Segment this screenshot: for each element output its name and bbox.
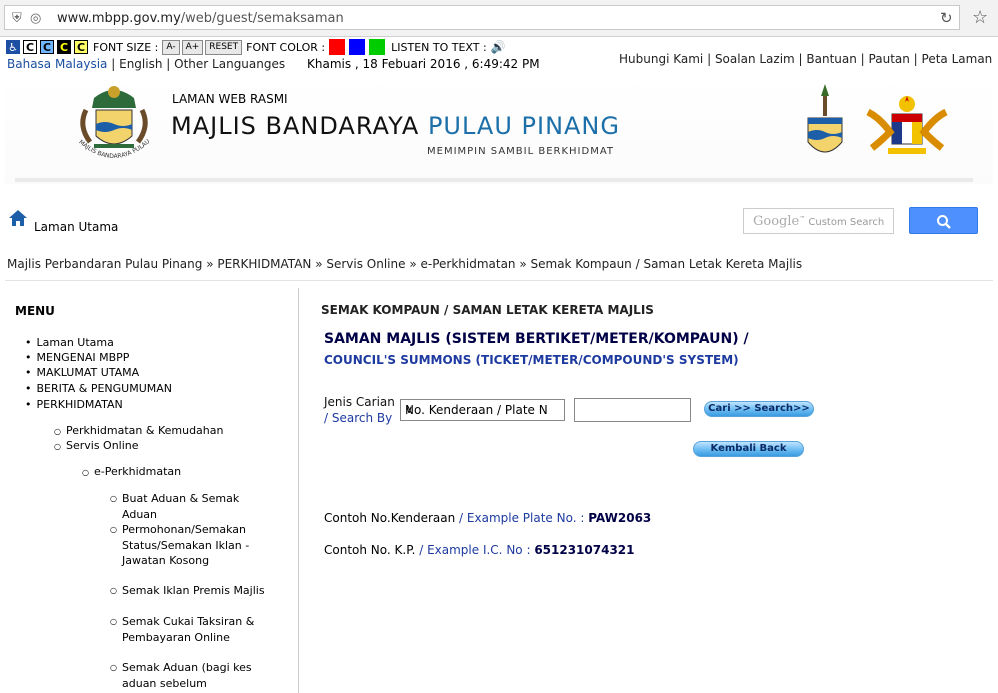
search-value-input[interactable] bbox=[574, 398, 691, 422]
search-brand: Google bbox=[753, 214, 800, 229]
search-button[interactable] bbox=[909, 207, 978, 234]
lang-malay-link[interactable]: Bahasa Malaysia bbox=[7, 57, 107, 71]
font-color-blue-swatch[interactable] bbox=[349, 39, 366, 55]
submit-search-button[interactable]: Cari >> Search>> bbox=[704, 401, 814, 417]
top-link-faq[interactable]: Soalan Lazim bbox=[715, 52, 795, 66]
sidebar-item-e-services[interactable]: e-Perkhidmatan bbox=[82, 465, 181, 478]
menu-title: MENU bbox=[15, 304, 55, 318]
search-type-label: Jenis Carian bbox=[324, 395, 395, 409]
speaker-icon[interactable]: 🔊 bbox=[491, 40, 506, 54]
globe-icon: ◎ bbox=[30, 11, 42, 26]
url-text[interactable]: www.mbpp.gov.my/web/guest/semaksaman bbox=[57, 11, 344, 26]
address-bar[interactable]: ⛨ ◎ www.mbpp.gov.my/web/guest/semaksaman… bbox=[4, 5, 960, 30]
font-decrease-button[interactable]: A- bbox=[162, 39, 180, 55]
sidebar-item-services[interactable]: PERKHIDMATAN bbox=[25, 398, 123, 411]
top-links: Hubungi Kami | Soalan Lazim | Bantuan | … bbox=[619, 52, 993, 66]
sidebar-item-home[interactable]: Laman Utama bbox=[25, 336, 114, 349]
font-reset-button[interactable]: RESET bbox=[205, 39, 243, 55]
top-link-contact[interactable]: Hubungi Kami bbox=[619, 52, 703, 66]
contrast-black-button[interactable]: C bbox=[57, 40, 71, 54]
home-icon[interactable] bbox=[8, 209, 28, 230]
sidebar-item-premise-ads[interactable]: Semak Iklan Premis Majlis bbox=[110, 583, 270, 599]
url-path: /web/guest/semaksaman bbox=[180, 11, 344, 26]
top-link-sitemap[interactable]: Peta Laman bbox=[922, 52, 993, 66]
site-title-part2: PULAU PINANG bbox=[427, 112, 620, 140]
summons-subtitle: COUNCIL'S SUMMONS (TICKET/METER/COMPOUND… bbox=[324, 353, 739, 367]
example-ic-value: 651231074321 bbox=[534, 543, 635, 557]
search-icon bbox=[937, 215, 951, 229]
example-ic-label: Contoh No. K.P. bbox=[324, 543, 416, 557]
shield-icon[interactable]: ⛨ bbox=[12, 11, 22, 26]
wheelchair-icon[interactable]: ♿ bbox=[6, 40, 20, 54]
separator: | bbox=[166, 57, 171, 71]
back-button[interactable]: Kembali Back bbox=[693, 441, 804, 457]
breadcrumb-divider bbox=[5, 280, 993, 281]
current-datetime: Khamis , 18 Febuari 2016 , 6:49:42 PM bbox=[307, 57, 540, 71]
example-plate-label: Contoh No.Kenderaan bbox=[324, 511, 456, 525]
breadcrumb[interactable]: Majlis Perbandaran Pulau Pinang » PERKHI… bbox=[7, 257, 802, 271]
sidebar-item-about[interactable]: MENGENAI MBPP bbox=[25, 351, 130, 364]
example-plate: Contoh No.Kenderaan / Example Plate No. … bbox=[324, 511, 651, 525]
site-title-part1: MAJLIS BANDARAYA bbox=[171, 112, 428, 140]
font-size-label: FONT SIZE : bbox=[93, 40, 159, 54]
chevron-down-icon: ∨ bbox=[405, 403, 414, 416]
lang-other-link[interactable]: Other Languanges bbox=[174, 57, 285, 71]
example-plate-label-en: / Example Plate No. : bbox=[455, 511, 589, 525]
contrast-yellow-button[interactable]: C bbox=[74, 40, 88, 54]
lang-english-link[interactable]: English bbox=[119, 57, 162, 71]
font-color-red-swatch[interactable] bbox=[329, 39, 346, 55]
listen-label: LISTEN TO TEXT : bbox=[391, 40, 487, 54]
malaysia-national-crest bbox=[862, 92, 952, 165]
sidebar-item-complaint-check[interactable]: Semak Aduan (bagi kes aduan sebelum bbox=[110, 660, 270, 691]
example-ic: Contoh No. K.P. / Example I.C. No : 6512… bbox=[324, 543, 635, 557]
sidebar-item-news[interactable]: BERITA & PENGUMUMAN bbox=[25, 382, 173, 395]
example-plate-value: PAW2063 bbox=[588, 511, 652, 525]
summons-title: SAMAN MAJLIS (SISTEM BERTIKET/METER/KOMP… bbox=[324, 331, 749, 347]
top-link-links[interactable]: Pautan bbox=[869, 52, 910, 66]
font-color-green-swatch[interactable] bbox=[369, 39, 386, 55]
font-increase-button[interactable]: A+ bbox=[181, 39, 204, 55]
top-link-help[interactable]: Bantuan bbox=[806, 52, 856, 66]
accessibility-toolbar: ♿ C C C C FONT SIZE : A- A+ RESET FONT C… bbox=[6, 39, 506, 55]
header-divider bbox=[15, 178, 973, 182]
search-type-select[interactable]: No. Kenderaan / Plate No ∨ bbox=[400, 399, 565, 421]
custom-search-input[interactable]: Google™ Custom Search bbox=[743, 208, 894, 234]
page-title: SEMAK KOMPAUN / SAMAN LETAK KERETA MAJLI… bbox=[321, 303, 654, 317]
mbpp-crest-logo[interactable]: MAJLIS BANDARAYA PULAU PINANG bbox=[62, 75, 164, 173]
browser-toolbar: ⛨ ◎ www.mbpp.gov.my/web/guest/semaksaman… bbox=[0, 0, 998, 37]
sidebar-item-applications[interactable]: Permohonan/Semakan Status/Semakan Iklan … bbox=[110, 522, 270, 569]
search-placeholder-text: Custom Search bbox=[808, 217, 885, 228]
example-ic-label-en: / Example I.C. No : bbox=[415, 543, 535, 557]
sidebar-item-facilities[interactable]: Perkhidmatan & Kemudahan bbox=[54, 424, 224, 437]
penang-state-crest bbox=[800, 82, 850, 170]
contrast-blue-button[interactable]: C bbox=[40, 40, 54, 54]
bookmark-star-icon[interactable]: ☆ bbox=[972, 7, 988, 28]
sidebar-menu: MENU Laman Utama MENGENAI MBPP MAKLUMAT … bbox=[5, 288, 299, 693]
site-tagline: MEMIMPIN SAMBIL BERKHIDMAT bbox=[427, 146, 615, 157]
contrast-white-button[interactable]: C bbox=[23, 40, 37, 54]
search-placeholder: Google™ Custom Search bbox=[753, 214, 885, 229]
search-type-label-en: / Search By bbox=[324, 411, 393, 425]
sidebar-item-online-services[interactable]: Servis Online bbox=[54, 439, 139, 452]
language-links: Bahasa Malaysia | English | Other Langua… bbox=[7, 57, 285, 71]
site-title: MAJLIS BANDARAYA PULAU PINANG bbox=[171, 112, 620, 140]
header-kicker: LAMAN WEB RASMI bbox=[172, 92, 288, 106]
sidebar-item-tax[interactable]: Semak Cukai Taksiran & Pembayaran Online bbox=[110, 614, 270, 645]
separator: | bbox=[111, 57, 116, 71]
sidebar-item-info[interactable]: MAKLUMAT UTAMA bbox=[25, 366, 140, 379]
url-host: www.mbpp.gov.my bbox=[57, 11, 181, 26]
reload-icon[interactable]: ↻ bbox=[940, 9, 953, 27]
sidebar-item-complaint[interactable]: Buat Aduan & Semak Aduan bbox=[110, 491, 270, 522]
font-color-label: FONT COLOR : bbox=[246, 40, 326, 54]
home-link[interactable]: Laman Utama bbox=[34, 220, 118, 234]
